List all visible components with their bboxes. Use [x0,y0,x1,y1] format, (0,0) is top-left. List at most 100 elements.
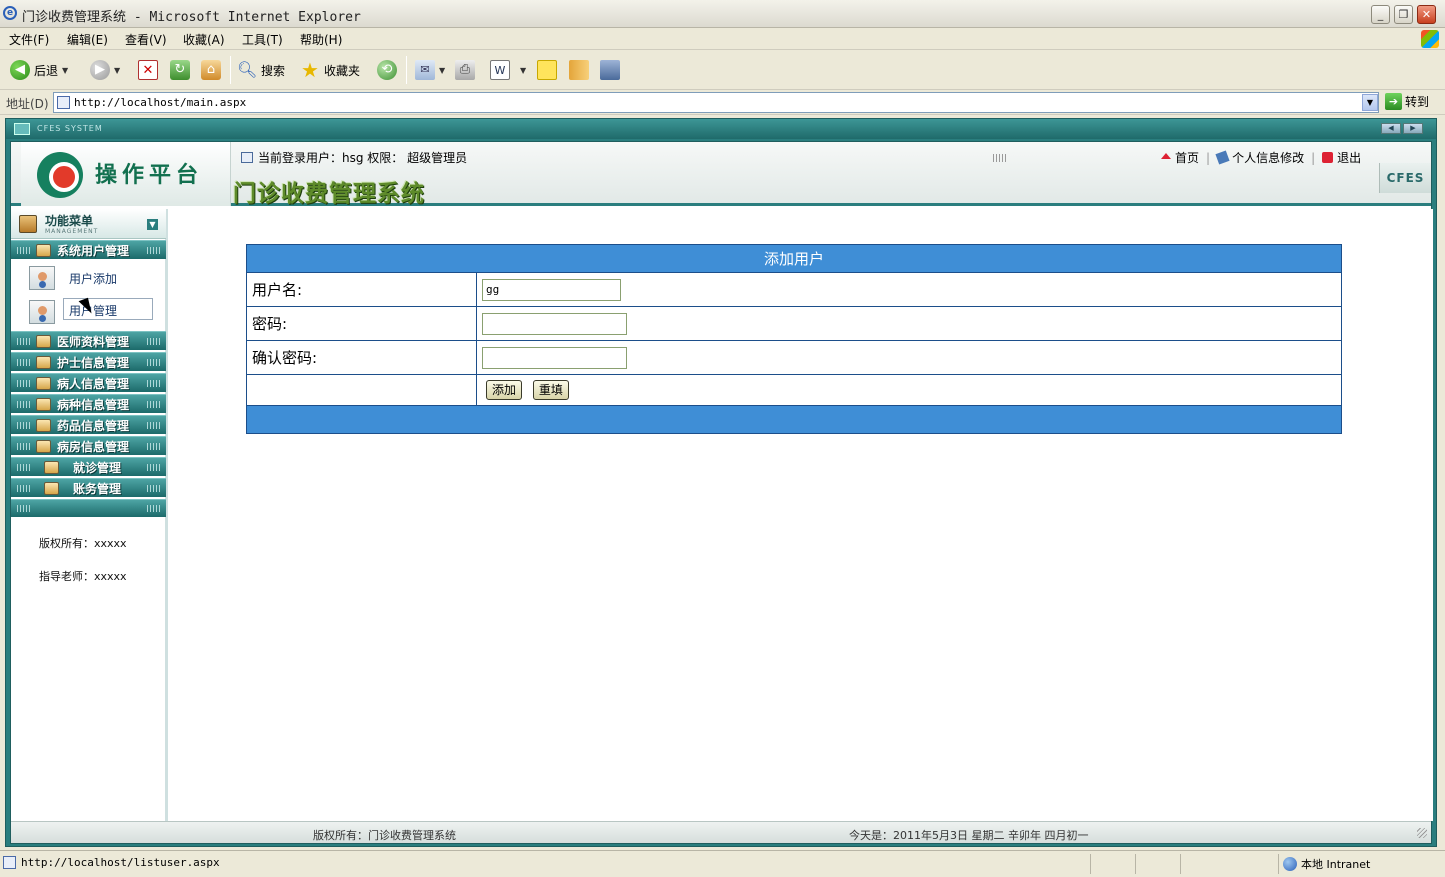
category-label: 护士信息管理 [57,355,130,370]
home-button[interactable]: ⌂ [201,59,221,81]
edit-word-button[interactable]: W ▼ [490,59,526,81]
intranet-globe-icon [1283,857,1297,871]
print-button[interactable]: ⎙ [455,59,475,81]
edit-profile-link[interactable]: 个人信息修改 [1232,149,1304,166]
go-arrow-icon: ➔ [1385,93,1402,110]
restore-button[interactable]: ❐ [1394,5,1413,24]
address-input[interactable]: http://localhost/main.aspx [53,92,1379,113]
category-icon [36,334,51,348]
logout-link[interactable]: 退出 [1337,149,1361,166]
category-icon [44,481,59,495]
page-icon [3,856,16,869]
edit-profile-icon [1215,150,1230,165]
confirm-password-cell [476,340,1342,375]
confirm-password-label: 确认密码: [246,340,477,375]
menu-file[interactable]: 文件(F) [9,31,49,48]
forward-dropdown-icon[interactable]: ▼ [114,66,120,75]
back-dropdown-icon[interactable]: ▼ [62,66,68,75]
refresh-button[interactable]: ↻ [170,59,190,81]
logout-icon [1322,152,1334,163]
favorites-button[interactable]: ★ 收藏夹 [300,59,360,81]
window-titlebar: e 门诊收费管理系统 - Microsoft Internet Explorer… [0,0,1445,28]
printer-icon: ⎙ [455,60,475,80]
form-footer-bar [246,405,1342,434]
sidebar-category-visits[interactable]: 就诊管理 [11,457,166,476]
note-icon [537,60,557,80]
username-input[interactable] [482,278,621,301]
minimize-button[interactable]: _ [1371,5,1390,24]
grip-icon [17,400,32,408]
grip-icon [147,337,162,345]
sidebar-category-wards[interactable]: 病房信息管理 [11,436,166,455]
menu-view[interactable]: 查看(V) [125,31,167,48]
sidebar-category-accounts[interactable]: 账务管理 [11,478,166,497]
header-links: 首页 | 个人信息修改 | 退出 [1161,149,1361,166]
user-card-icon [29,266,55,290]
grip-icon [17,358,32,366]
mail-button[interactable]: ✉ ▼ [415,59,445,81]
category-label: 病种信息管理 [57,397,130,412]
next-arrow-icon[interactable]: ▶ [1403,123,1423,134]
menu-edit[interactable]: 编辑(E) [67,31,108,48]
add-button[interactable]: 添加 [486,380,523,400]
go-button[interactable]: ➔ 转到 [1385,93,1429,110]
history-button[interactable]: ⟲ [377,59,397,81]
mail-dropdown-icon[interactable]: ▼ [439,66,445,75]
grip-icon [147,379,162,387]
system-name: 门诊收费管理系统 [233,180,425,207]
sidebar-item-manage-users[interactable]: 用户管理 [11,295,166,329]
category-icon [44,460,59,474]
edit-dropdown-icon[interactable]: ▼ [520,66,526,75]
sidebar-bottom-bar [11,499,166,517]
sidebar-category-patients[interactable]: 病人信息管理 [11,373,166,392]
research-button[interactable] [569,59,589,81]
password-input[interactable] [482,312,627,335]
page-icon [57,96,70,109]
category-label: 医师资料管理 [57,334,130,349]
app-inner: 操作平台 当前登录用户：hsg 权限： 超级管理员 首页 | 个人信息修改 | … [10,141,1433,844]
resize-grip-icon[interactable] [1417,828,1427,838]
sidebar-category-drugs[interactable]: 药品信息管理 [11,415,166,434]
search-button[interactable]: 🔍︎ 搜索 [237,59,285,81]
sidebar-category-diseases[interactable]: 病种信息管理 [11,394,166,413]
confirm-password-input[interactable] [482,346,627,369]
menu-bar: 文件(F) 编辑(E) 查看(V) 收藏(A) 工具(T) 帮助(H) [0,28,1445,50]
grip-icon [147,421,162,429]
category-icon [36,439,51,453]
menu-favorites[interactable]: 收藏(A) [183,31,225,48]
search-label: 搜索 [261,63,286,78]
home-link[interactable]: 首页 [1175,149,1199,166]
menu-tools[interactable]: 工具(T) [242,31,283,48]
button-cell: 添加 重填 [476,374,1342,406]
home-link-icon [1161,152,1171,159]
back-arrow-icon: ◀ [10,60,30,80]
grip-icon [147,442,162,450]
toolbar-separator [230,56,231,84]
collapse-icon[interactable]: ▼ [147,219,158,230]
sidebar-item-add-user[interactable]: 用户添加 [11,261,166,295]
sidebar-category-nurses[interactable]: 护士信息管理 [11,352,166,371]
grip-icon [17,442,32,450]
link-divider: | [1206,150,1211,165]
category-label: 账务管理 [73,481,122,496]
menu-help[interactable]: 帮助(H) [300,31,342,48]
forward-button[interactable]: ▶ ▼ [90,59,120,81]
link-divider: | [1311,150,1316,165]
sidebar-menu: 功能菜单 MANAGEMENT ▼ 系统用户管理 用户添加 用户管理 医师资料管… [11,209,168,821]
discuss-button[interactable] [537,59,557,81]
category-icon [36,376,51,390]
media-button[interactable] [600,59,620,81]
stop-button[interactable]: ✕ [138,59,158,81]
app-header: 操作平台 当前登录用户：hsg 权限： 超级管理员 首页 | 个人信息修改 | … [11,142,1431,207]
footer-copyright: 版权所有：门诊收费管理系统 [313,829,456,842]
add-user-form: 添加用户 用户名: 密码: 确认密码: [246,244,1342,434]
sidebar-category-doctors[interactable]: 医师资料管理 [11,331,166,350]
back-button[interactable]: ◀ 后退 ▼ [10,59,68,81]
reset-button[interactable]: 重填 [532,380,569,400]
grip-icon [147,400,162,408]
address-dropdown-icon[interactable]: ▼ [1362,94,1378,111]
grip-icon [17,337,32,345]
prev-arrow-icon[interactable]: ◀ [1381,123,1401,134]
sidebar-category-users[interactable]: 系统用户管理 [11,240,166,259]
close-button[interactable]: ✕ [1417,5,1436,24]
